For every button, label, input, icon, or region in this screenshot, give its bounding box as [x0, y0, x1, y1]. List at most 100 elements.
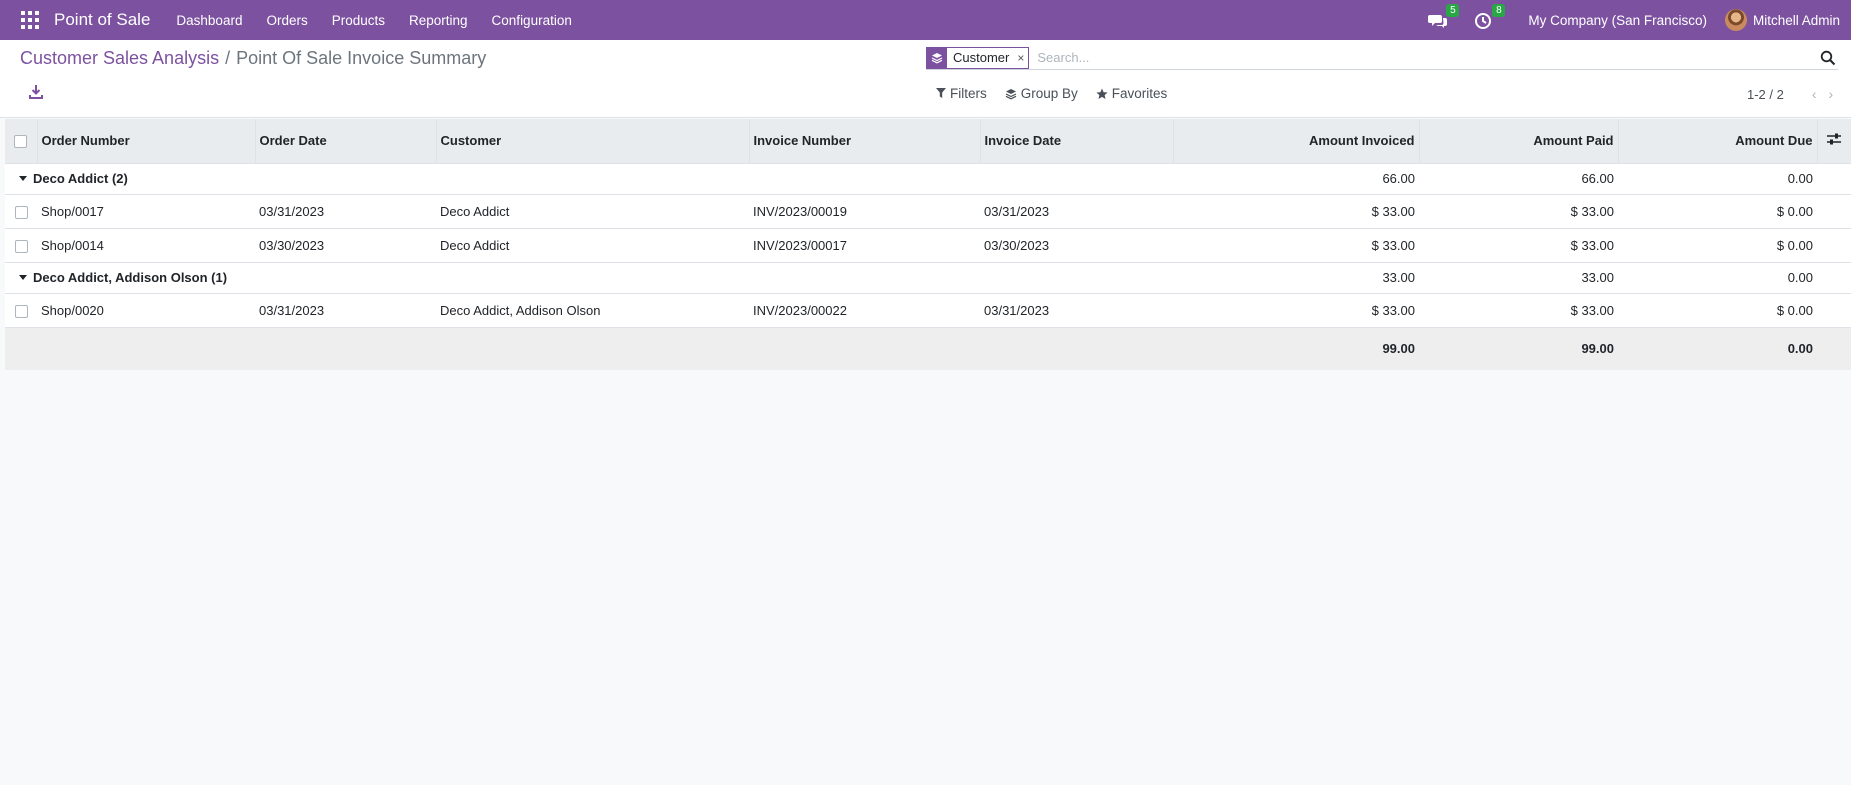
row-checkbox[interactable] [14, 239, 28, 253]
group-amount-due: 0.00 [1618, 163, 1817, 195]
caret-down-icon [19, 176, 27, 181]
select-all-checkbox[interactable] [14, 135, 28, 149]
menu-reporting[interactable]: Reporting [397, 13, 480, 28]
optional-columns-toggle[interactable] [1817, 119, 1851, 164]
breadcrumb-separator: / [225, 48, 231, 68]
invoice-number-cell[interactable]: INV/2023/00017 [749, 228, 980, 263]
pager-previous-icon[interactable]: ‹ [1812, 86, 1817, 102]
amount-invoiced-cell[interactable]: $ 33.00 [1173, 228, 1419, 263]
pager-next-icon[interactable]: › [1829, 86, 1834, 102]
group-header[interactable]: Deco Addict (2) [5, 163, 749, 195]
customer-cell[interactable]: Deco Addict [436, 228, 749, 263]
sliders-icon [1827, 133, 1842, 145]
group-row[interactable]: Deco Addict, Addison Olson (1) 33.00 33.… [5, 262, 1851, 294]
amount-paid-cell[interactable]: $ 33.00 [1419, 228, 1618, 263]
page-title: Point Of Sale Invoice Summary [236, 48, 487, 68]
column-header[interactable]: Invoice Number [749, 119, 981, 164]
group-by-button[interactable]: Group By [1005, 86, 1078, 101]
row-checkbox[interactable] [14, 304, 28, 318]
customer-cell[interactable]: Deco Addict, Addison Olson [436, 293, 749, 328]
messages-count-badge: 5 [1446, 4, 1460, 17]
group-amount-due: 0.00 [1618, 262, 1817, 294]
group-amount-invoiced: 33.00 [1173, 262, 1419, 294]
group-row[interactable]: Deco Addict (2) 66.00 66.00 0.00 [5, 163, 1851, 195]
total-amount-due: 0.00 [1618, 327, 1817, 370]
order-number-cell[interactable]: Shop/0014 [37, 228, 255, 263]
search-icon[interactable] [1820, 50, 1836, 66]
totals-row: 99.00 99.00 0.00 [5, 327, 1851, 370]
column-header[interactable]: Amount Paid [1419, 119, 1619, 164]
column-header[interactable]: Order Number [37, 119, 256, 164]
order-date-cell[interactable]: 03/31/2023 [255, 194, 436, 229]
breadcrumb: Customer Sales Analysis / Point Of Sale In… [20, 48, 486, 69]
invoice-date-cell[interactable]: 03/30/2023 [980, 228, 1173, 263]
filters-button[interactable]: Filters [936, 86, 987, 101]
order-number-cell[interactable]: Shop/0020 [37, 293, 255, 328]
menu-orders[interactable]: Orders [254, 13, 319, 28]
user-avatar[interactable] [1724, 9, 1747, 31]
table-row[interactable]: Shop/0017 03/31/2023 Deco Addict INV/202… [5, 194, 1851, 229]
amount-due-cell[interactable]: $ 0.00 [1618, 293, 1817, 328]
menu-products[interactable]: Products [320, 13, 397, 28]
invoice-number-cell[interactable]: INV/2023/00022 [749, 293, 980, 328]
layers-icon [1005, 88, 1017, 99]
row-checkbox[interactable] [14, 205, 28, 219]
group-amount-paid: 33.00 [1419, 262, 1618, 294]
invoice-summary-list: Order Number Order Date Customer Invoice… [5, 119, 1851, 370]
download-icon[interactable] [28, 84, 44, 100]
order-date-cell[interactable]: 03/30/2023 [255, 228, 436, 263]
customer-cell[interactable]: Deco Addict [436, 194, 749, 229]
table-row[interactable]: Shop/0014 03/30/2023 Deco Addict INV/202… [5, 228, 1851, 263]
layers-icon [927, 47, 947, 68]
clock-icon [1475, 13, 1492, 29]
amount-invoiced-cell[interactable]: $ 33.00 [1173, 293, 1419, 328]
favorites-button[interactable]: Favorites [1096, 86, 1167, 101]
invoice-number-cell[interactable]: INV/2023/00019 [749, 194, 980, 229]
apps-menu-icon[interactable] [20, 10, 40, 30]
order-number-cell[interactable]: Shop/0017 [37, 194, 255, 229]
group-amount-invoiced: 66.00 [1173, 163, 1419, 195]
pager: 1-2 / 2 ‹ › [1747, 86, 1833, 102]
messages-button[interactable]: 5 [1428, 4, 1460, 31]
menu-configuration[interactable]: Configuration [480, 13, 584, 28]
list-table: Order Number Order Date Customer Invoice… [5, 119, 1851, 370]
order-date-cell[interactable]: 03/31/2023 [255, 293, 436, 328]
search-options: Filters Group By Favorites [936, 86, 1185, 101]
table-row[interactable]: Shop/0020 03/31/2023 Deco Addict, Addiso… [5, 293, 1851, 328]
column-header[interactable]: Order Date [255, 119, 437, 164]
search-facet-customer: Customer × [926, 46, 1030, 69]
user-menu[interactable]: Mitchell Admin [1753, 13, 1840, 28]
group-amount-paid: 66.00 [1419, 163, 1618, 195]
column-header[interactable]: Customer [436, 119, 750, 164]
group-by-label: Group By [1020, 86, 1078, 101]
group-header[interactable]: Deco Addict, Addison Olson (1) [5, 262, 749, 294]
search-facet-label: Customer [953, 50, 1010, 65]
amount-due-cell[interactable]: $ 0.00 [1618, 194, 1817, 229]
activities-button[interactable]: 8 [1474, 4, 1506, 31]
amount-due-cell[interactable]: $ 0.00 [1618, 228, 1817, 263]
column-header[interactable]: Amount Due [1618, 119, 1818, 164]
navbar-systray: 5 8 My Company (San Francisco) Mitchell … [1420, 0, 1851, 40]
caret-down-icon [19, 275, 27, 280]
activities-count-badge: 8 [1492, 4, 1506, 17]
breadcrumb-parent[interactable]: Customer Sales Analysis [20, 48, 219, 68]
pager-value[interactable]: 1-2 / 2 [1747, 87, 1784, 102]
amount-paid-cell[interactable]: $ 33.00 [1419, 194, 1618, 229]
amount-paid-cell[interactable]: $ 33.00 [1419, 293, 1618, 328]
menu-dashboard[interactable]: Dashboard [164, 13, 254, 28]
control-panel: Customer Sales Analysis / Point Of Sale In… [0, 40, 1851, 118]
column-header[interactable]: Amount Invoiced [1173, 119, 1420, 164]
remove-facet-button[interactable]: × [1013, 51, 1028, 65]
search-bar: Customer × [926, 46, 1838, 70]
group-label: Deco Addict, Addison Olson (1) [33, 270, 228, 285]
table-header-row: Order Number Order Date Customer Invoice… [5, 119, 1851, 164]
amount-invoiced-cell[interactable]: $ 33.00 [1173, 194, 1419, 229]
invoice-date-cell[interactable]: 03/31/2023 [980, 194, 1173, 229]
filter-icon [936, 88, 946, 98]
invoice-date-cell[interactable]: 03/31/2023 [980, 293, 1173, 328]
select-all-header [5, 119, 38, 164]
company-switcher[interactable]: My Company (San Francisco) [1528, 13, 1707, 28]
column-header[interactable]: Invoice Date [980, 119, 1174, 164]
app-name[interactable]: Point of Sale [54, 10, 150, 30]
search-input[interactable] [1035, 47, 1820, 68]
